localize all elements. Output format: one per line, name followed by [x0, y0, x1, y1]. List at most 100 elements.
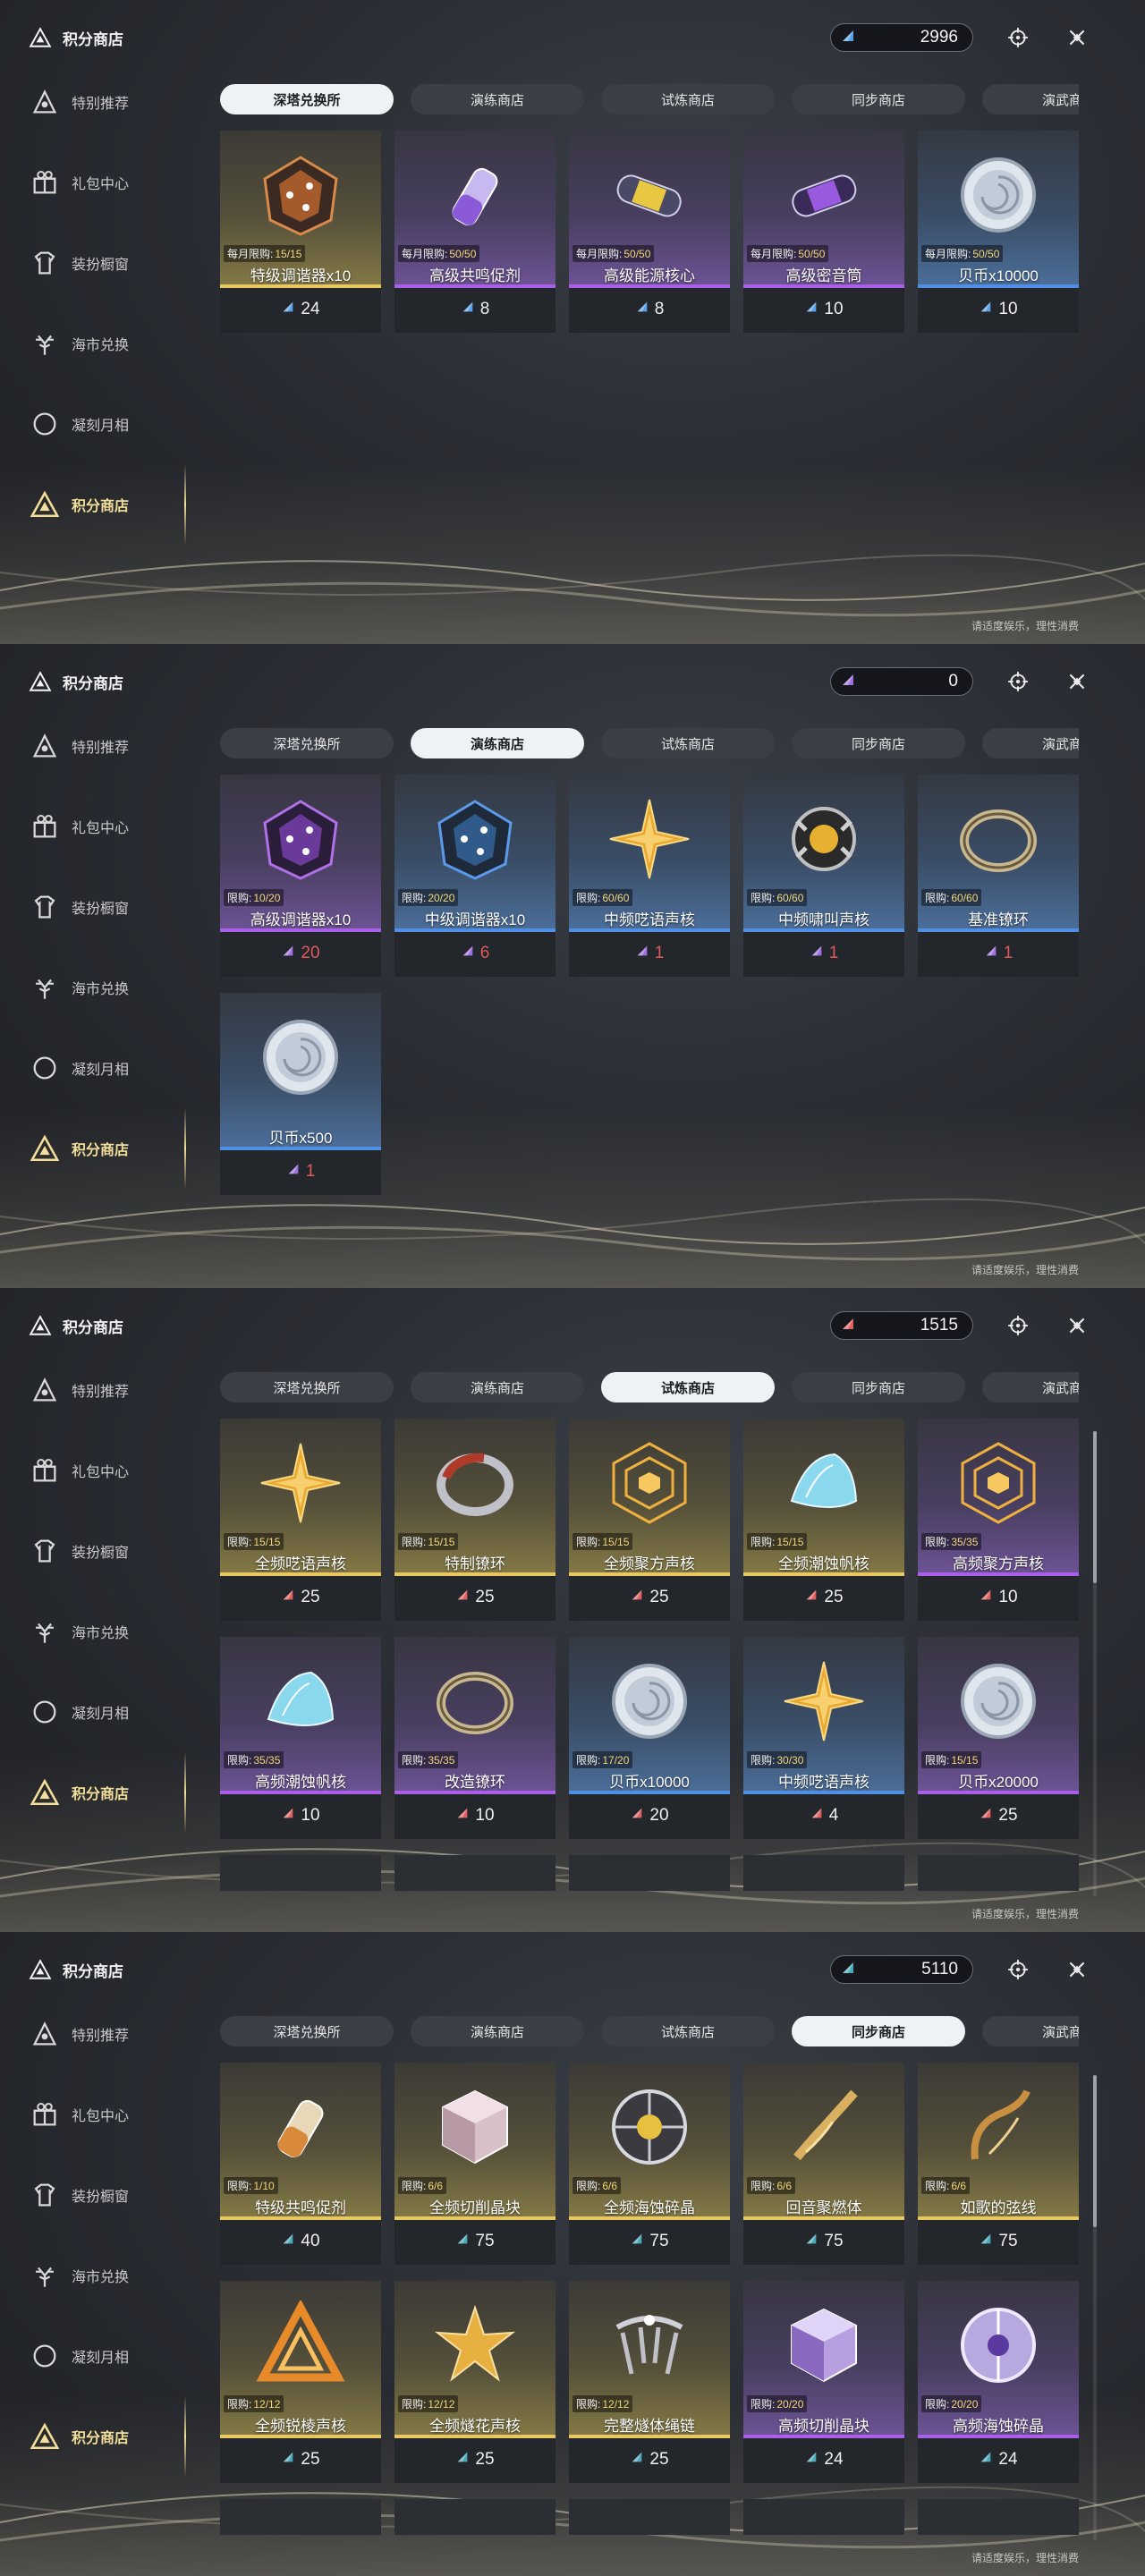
shop-item-card-partial[interactable] — [220, 2499, 381, 2535]
shop-item-card[interactable]: 限购: 20/20 中级调谐器x10 6 — [394, 775, 556, 977]
shop-item-card[interactable]: 限购: 20/20 高频切削晶块 24 — [743, 2281, 904, 2483]
sidebar-item-1[interactable]: 礼包中心 — [27, 1451, 179, 1490]
shop-item-card[interactable]: 限购: 15/15 全频潮蚀帆核 25 — [743, 1419, 904, 1621]
target-icon[interactable] — [1004, 1311, 1032, 1340]
item-price: 1 — [220, 1154, 381, 1190]
shop-item-card-partial[interactable] — [569, 2499, 730, 2535]
tab-2[interactable]: 试炼商店 — [601, 728, 775, 758]
shop-item-card[interactable]: 限购: 60/60 基准镣环 1 — [918, 775, 1079, 977]
shop-item-card[interactable]: 限购: 35/35 高频潮蚀帆核 10 — [220, 1637, 381, 1839]
shop-item-card[interactable]: 限购: 6/6 如歌的弦线 75 — [918, 2063, 1079, 2265]
sidebar-item-2[interactable]: 装扮橱窗 — [27, 887, 179, 927]
currency-display: 0 — [830, 667, 973, 696]
shop-item-card[interactable]: 限购: 6/6 回音聚燃体 75 — [743, 2063, 904, 2265]
shop-item-card[interactable]: 限购: 20/20 高频海蚀碎晶 24 — [918, 2281, 1079, 2483]
target-icon[interactable] — [1004, 667, 1032, 696]
shop-item-card[interactable]: 限购: 12/12 完整燧体绳链 25 — [569, 2281, 730, 2483]
scrollbar-thumb[interactable] — [1093, 2075, 1097, 2227]
sidebar-item-5[interactable]: 积分商店 — [27, 485, 179, 524]
shop-item-card[interactable]: 限购: 15/15 全频聚方声核 25 — [569, 1419, 730, 1621]
target-icon[interactable] — [1004, 23, 1032, 52]
shop-item-card[interactable]: 限购: 1/10 特级共鸣促剂 40 — [220, 2063, 381, 2265]
shop-item-card[interactable]: 限购: 35/35 改造镣环 10 — [394, 1637, 556, 1839]
sidebar-item-5[interactable]: 积分商店 — [27, 1129, 179, 1168]
sidebar-item-3[interactable]: 海市兑换 — [27, 1612, 179, 1651]
sidebar-item-0[interactable]: 特别推荐 — [27, 82, 179, 122]
tab-3[interactable]: 同步商店 — [792, 84, 965, 114]
tab-2[interactable]: 试炼商店 — [601, 2016, 775, 2046]
tab-2[interactable]: 试炼商店 — [601, 84, 775, 114]
sidebar-item-0[interactable]: 特别推荐 — [27, 1370, 179, 1410]
shop-item-card[interactable]: 限购: 60/60 中频啸叫声核 1 — [743, 775, 904, 977]
shop-item-card[interactable]: 贝币x500 1 — [220, 993, 381, 1195]
scrollbar-thumb[interactable] — [1093, 1431, 1097, 1583]
sidebar-item-4[interactable]: 凝刻月相 — [27, 2336, 179, 2376]
tab-0[interactable]: 深塔兑换所 — [220, 728, 394, 758]
tab-1[interactable]: 演练商店 — [411, 2016, 584, 2046]
shop-item-card[interactable]: 限购: 6/6 全频切削晶块 75 — [394, 2063, 556, 2265]
sidebar-item-3[interactable]: 海市兑换 — [27, 2256, 179, 2295]
shop-item-card-partial[interactable] — [918, 2499, 1079, 2535]
sidebar-item-2[interactable]: 装扮橱窗 — [27, 243, 179, 283]
shop-item-card[interactable]: 限购: 15/15 贝币x20000 25 — [918, 1637, 1079, 1839]
tab-4[interactable]: 演武商店 — [982, 728, 1079, 758]
tab-4[interactable]: 演武商店 — [982, 84, 1079, 114]
sidebar-item-1[interactable]: 礼包中心 — [27, 163, 179, 202]
sidebar-item-4[interactable]: 凝刻月相 — [27, 1692, 179, 1732]
shop-item-card[interactable]: 限购: 10/20 高级调谐器x10 20 — [220, 775, 381, 977]
shop-item-card-partial[interactable] — [743, 1855, 904, 1891]
shop-item-card-partial[interactable] — [394, 1855, 556, 1891]
shop-item-card[interactable]: 每月限购: 50/50 高级密音筒 10 — [743, 131, 904, 333]
close-icon[interactable] — [1063, 667, 1091, 696]
shop-item-card[interactable]: 限购: 60/60 中频呓语声核 1 — [569, 775, 730, 977]
tab-0[interactable]: 深塔兑换所 — [220, 84, 394, 114]
sidebar-item-4[interactable]: 凝刻月相 — [27, 1048, 179, 1088]
tab-3[interactable]: 同步商店 — [792, 728, 965, 758]
shop-item-card-partial[interactable] — [394, 2499, 556, 2535]
sidebar-item-0[interactable]: 特别推荐 — [27, 2014, 179, 2054]
tab-3[interactable]: 同步商店 — [792, 1372, 965, 1402]
sidebar-item-1[interactable]: 礼包中心 — [27, 807, 179, 846]
shop-item-card[interactable]: 限购: 35/35 高频聚方声核 10 — [918, 1419, 1079, 1621]
scrollbar[interactable] — [1093, 1431, 1097, 1896]
shop-item-card[interactable]: 每月限购: 50/50 贝币x10000 10 — [918, 131, 1079, 333]
tab-4[interactable]: 演武商店 — [982, 1372, 1079, 1402]
shop-item-card[interactable]: 每月限购: 50/50 高级能源核心 8 — [569, 131, 730, 333]
tab-3[interactable]: 同步商店 — [792, 2016, 965, 2046]
shop-item-card-partial[interactable] — [220, 1855, 381, 1891]
sidebar-item-5[interactable]: 积分商店 — [27, 2417, 179, 2456]
tab-1[interactable]: 演练商店 — [411, 84, 584, 114]
tab-1[interactable]: 演练商店 — [411, 728, 584, 758]
target-icon[interactable] — [1004, 1955, 1032, 1984]
shop-item-card-partial[interactable] — [569, 1855, 730, 1891]
shop-item-card[interactable]: 每月限购: 50/50 高级共鸣促剂 8 — [394, 131, 556, 333]
close-icon[interactable] — [1063, 1311, 1091, 1340]
shop-item-card[interactable]: 限购: 30/30 中频呓语声核 4 — [743, 1637, 904, 1839]
shop-item-card[interactable]: 限购: 15/15 特制镣环 25 — [394, 1419, 556, 1621]
sidebar-item-1[interactable]: 礼包中心 — [27, 2095, 179, 2134]
tab-0[interactable]: 深塔兑换所 — [220, 1372, 394, 1402]
tab-0[interactable]: 深塔兑换所 — [220, 2016, 394, 2046]
sidebar-item-3[interactable]: 海市兑换 — [27, 968, 179, 1007]
points-shop-logo-icon — [27, 1313, 54, 1338]
shop-item-card[interactable]: 每月限购: 15/15 特级调谐器x10 24 — [220, 131, 381, 333]
sidebar-item-4[interactable]: 凝刻月相 — [27, 404, 179, 444]
tab-2[interactable]: 试炼商店 — [601, 1372, 775, 1402]
shop-item-card[interactable]: 限购: 17/20 贝币x10000 20 — [569, 1637, 730, 1839]
close-icon[interactable] — [1063, 1955, 1091, 1984]
sidebar-item-2[interactable]: 装扮橱窗 — [27, 2175, 179, 2215]
sidebar-item-0[interactable]: 特别推荐 — [27, 726, 179, 766]
scrollbar[interactable] — [1093, 2075, 1097, 2540]
shop-item-card[interactable]: 限购: 6/6 全频海蚀碎晶 75 — [569, 2063, 730, 2265]
shop-item-card-partial[interactable] — [743, 2499, 904, 2535]
sidebar-item-3[interactable]: 海市兑换 — [27, 324, 179, 363]
shop-item-card[interactable]: 限购: 12/12 全频燧花声核 25 — [394, 2281, 556, 2483]
tab-4[interactable]: 演武商店 — [982, 2016, 1079, 2046]
shop-item-card[interactable]: 限购: 15/15 全频呓语声核 25 — [220, 1419, 381, 1621]
close-icon[interactable] — [1063, 23, 1091, 52]
shop-item-card[interactable]: 限购: 12/12 全频锐棱声核 25 — [220, 2281, 381, 2483]
tab-1[interactable]: 演练商店 — [411, 1372, 584, 1402]
sidebar-item-5[interactable]: 积分商店 — [27, 1773, 179, 1812]
sidebar-item-2[interactable]: 装扮橱窗 — [27, 1531, 179, 1571]
shop-item-card-partial[interactable] — [918, 1855, 1079, 1891]
